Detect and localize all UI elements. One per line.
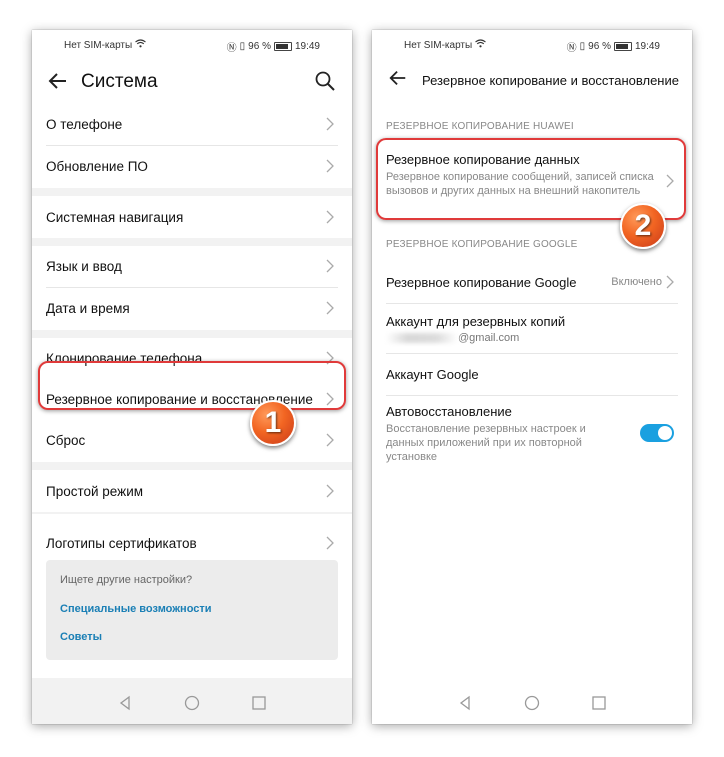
settings-item-about-phone[interactable]: О телефоне [46, 104, 338, 144]
link-tips[interactable]: Советы [60, 631, 102, 643]
header: Система [32, 58, 352, 108]
nav-back-icon[interactable] [116, 694, 134, 712]
chevron-right-icon [326, 301, 334, 315]
settings-item-date-time[interactable]: Дата и время [46, 288, 338, 328]
step-badge: 1 [250, 400, 296, 446]
nav-recents-icon[interactable] [250, 694, 268, 712]
backup-account-item[interactable]: Аккаунт для резервных копий @gmail.com [386, 306, 678, 352]
clock: 19:49 [634, 41, 660, 52]
settings-item-certificate-logos[interactable]: Логотипы сертификатов [46, 523, 338, 563]
nfc-icon: Ⓝ [566, 43, 577, 54]
settings-item-language-input[interactable]: Язык и ввод [46, 246, 338, 286]
navigation-bar [372, 684, 692, 724]
chevron-right-icon [326, 117, 334, 131]
backup-account-email: @gmail.com [386, 332, 519, 344]
navigation-bar [32, 684, 352, 724]
google-backup-title: Резервное копирование Google [386, 275, 577, 290]
nav-recents-icon[interactable] [590, 694, 608, 712]
settings-item-software-update[interactable]: Обновление ПО [46, 146, 338, 186]
settings-item-label: Логотипы сертификатов [46, 535, 197, 551]
settings-item-simple-mode[interactable]: Простой режим [46, 471, 338, 511]
battery-icon [613, 42, 632, 51]
nav-home-icon[interactable] [523, 694, 541, 712]
google-account-title: Аккаунт Google [386, 367, 479, 382]
nfc-icon: Ⓝ [226, 43, 237, 54]
page-title: Система [81, 71, 158, 92]
vibrate-icon: ▯ [579, 41, 586, 52]
chevron-right-icon [326, 259, 334, 273]
step-badge: 2 [620, 203, 666, 249]
header: Резервное копирование и восстановление [372, 58, 692, 108]
nav-home-icon[interactable] [183, 694, 201, 712]
chevron-right-icon [326, 159, 334, 173]
settings-group: Простой режим [32, 470, 352, 512]
auto-restore-subtitle: Восстановление резервных настроек и данн… [386, 423, 586, 463]
back-arrow-icon[interactable] [386, 68, 410, 92]
section-header-google: РЕЗЕРВНОЕ КОПИРОВАНИЕ GOOGLE [386, 239, 578, 250]
wifi-icon [135, 39, 147, 51]
back-arrow-icon[interactable] [46, 70, 70, 94]
divider [386, 353, 678, 354]
google-account-item[interactable]: Аккаунт Google [386, 356, 678, 392]
settings-item-label: Простой режим [46, 483, 144, 499]
battery-percent: 96 % [588, 41, 611, 52]
divider [386, 395, 678, 396]
chevron-right-icon [666, 275, 674, 289]
nav-back-icon[interactable] [456, 694, 474, 712]
vibrate-icon: ▯ [239, 41, 246, 52]
carrier-label: Нет SIM-карты [404, 39, 473, 51]
settings-item-label: Язык и ввод [46, 258, 122, 274]
chevron-right-icon [326, 433, 334, 447]
settings-item-label: Системная навигация [46, 209, 184, 225]
settings-item-label: Сброс [46, 432, 86, 448]
settings-item-label: Дата и время [46, 300, 130, 316]
carrier-label: Нет SIM-карты [64, 39, 133, 51]
highlight-frame [38, 361, 346, 410]
divider [386, 303, 678, 304]
suggestions-question: Ищете другие настройки? [60, 574, 193, 586]
status-bar: Нет SIM-карты Ⓝ ▯ 96 % 19:49 [32, 30, 352, 58]
google-backup-item[interactable]: Резервное копирование Google Включено [386, 262, 678, 302]
settings-group: Язык и ввод Дата и время [32, 246, 352, 330]
auto-restore-toggle[interactable] [640, 424, 674, 442]
phone-screen-system: Нет SIM-карты Ⓝ ▯ 96 % 19:49 Система О т… [32, 30, 352, 724]
chevron-right-icon [326, 484, 334, 498]
settings-group: Системная навигация [32, 196, 352, 238]
email-domain: @gmail.com [458, 332, 520, 344]
suggestions-box: Ищете другие настройки? Специальные возм… [46, 560, 338, 660]
settings-item-system-navigation[interactable]: Системная навигация [46, 197, 338, 237]
auto-restore-item: Автовосстановление Восстановление резерв… [386, 398, 678, 468]
wifi-icon [475, 39, 487, 51]
link-accessibility[interactable]: Специальные возможности [60, 603, 212, 615]
chevron-right-icon [326, 536, 334, 550]
page-title: Резервное копирование и восстановление [422, 73, 679, 88]
clock: 19:49 [294, 41, 320, 52]
settings-group: О телефоне Обновление ПО [32, 104, 352, 188]
battery-icon [273, 42, 292, 51]
auto-restore-title: Автовосстановление [386, 404, 512, 419]
backup-account-title: Аккаунт для резервных копий [386, 314, 566, 329]
settings-item-label: Обновление ПО [46, 158, 148, 174]
google-backup-status: Включено [611, 276, 662, 288]
settings-item-label: О телефоне [46, 116, 123, 132]
phone-screen-backup: Нет SIM-карты Ⓝ ▯ 96 % 19:49 Резервное к… [372, 30, 692, 724]
redacted-email-mask [386, 333, 458, 344]
chevron-right-icon [326, 210, 334, 224]
search-icon[interactable] [314, 70, 338, 94]
section-header-huawei: РЕЗЕРВНОЕ КОПИРОВАНИЕ HUAWEI [386, 121, 574, 132]
status-bar: Нет SIM-карты Ⓝ ▯ 96 % 19:49 [372, 30, 692, 58]
battery-percent: 96 % [248, 41, 271, 52]
